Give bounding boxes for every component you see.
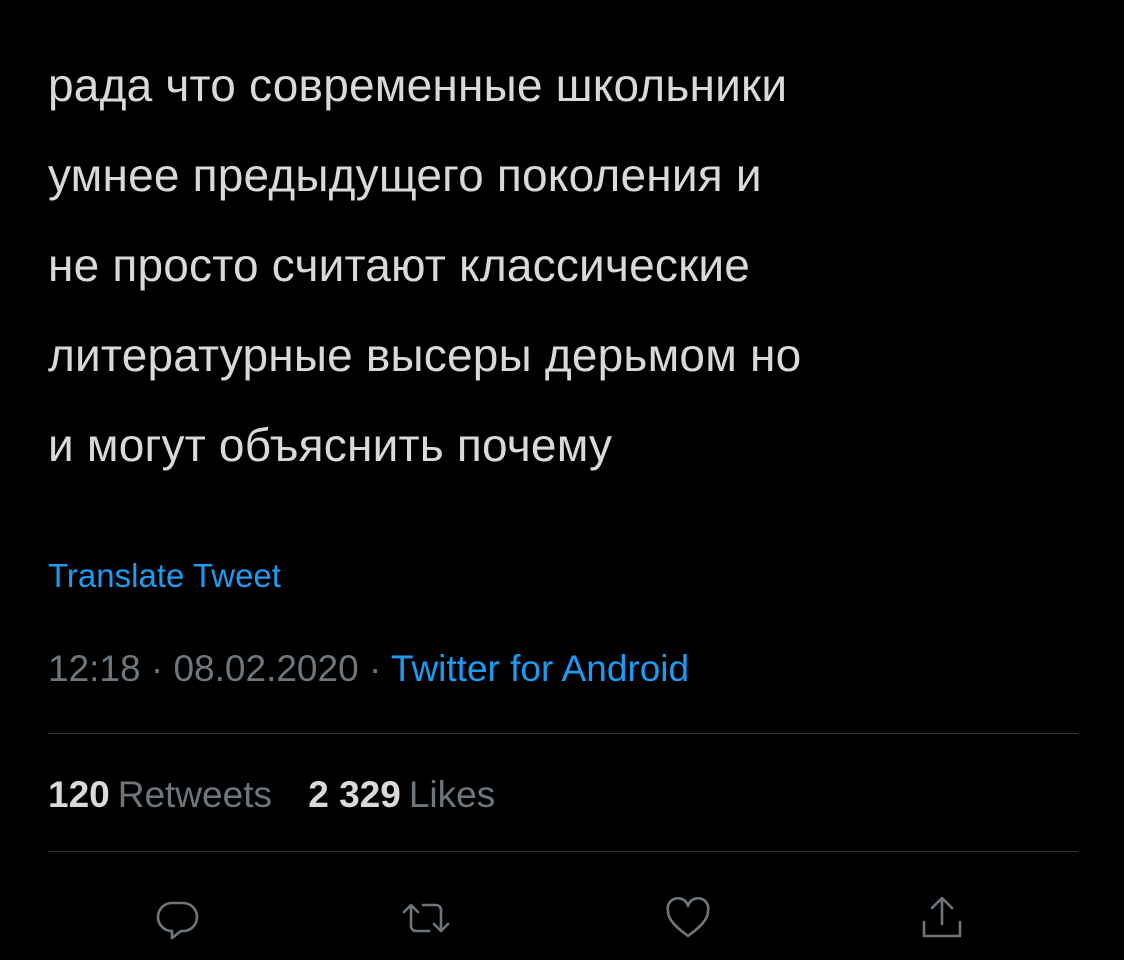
heart-icon xyxy=(666,896,710,938)
reply-button[interactable] xyxy=(148,888,208,948)
retweets-stat[interactable]: 120 Retweets xyxy=(48,772,272,818)
tweet-time: 12:18 xyxy=(48,648,141,689)
meta-separator: · xyxy=(150,648,164,689)
reply-icon xyxy=(156,901,199,940)
tweet-text: рада что современные школьники умнее пре… xyxy=(48,40,1108,490)
tweet-date: 08.02.2020 xyxy=(173,648,359,689)
action-bar xyxy=(0,888,1124,948)
retweet-icon xyxy=(402,903,450,933)
likes-count: 2 329 xyxy=(308,774,401,815)
likes-label: Likes xyxy=(408,774,496,815)
tweet-detail: рада что современные школьники умнее пре… xyxy=(0,0,1124,960)
share-icon xyxy=(922,896,962,938)
translate-tweet-link[interactable]: Translate Tweet xyxy=(48,556,281,596)
tweet-stats: 120 Retweets 2 329 Likes xyxy=(48,772,521,818)
like-button[interactable] xyxy=(658,888,718,948)
tweet-text-line: умнее предыдущего поколения и xyxy=(48,149,762,201)
tweet-text-line: не просто считают классические xyxy=(48,239,751,291)
tweet-text-line: и могут объяснить почему xyxy=(48,419,613,471)
retweet-button[interactable] xyxy=(396,888,456,948)
tweet-text-line: литературные высеры дерьмом но xyxy=(48,329,802,381)
divider xyxy=(48,733,1078,734)
share-button[interactable] xyxy=(912,888,972,948)
tweet-source-link[interactable]: Twitter for Android xyxy=(391,648,689,689)
retweets-count: 120 xyxy=(48,774,110,815)
tweet-meta: 12:18 · 08.02.2020 · Twitter for Android xyxy=(48,646,689,692)
divider xyxy=(48,851,1078,852)
likes-stat[interactable]: 2 329 Likes xyxy=(308,772,495,818)
meta-separator: · xyxy=(368,648,382,689)
retweets-label: Retweets xyxy=(117,774,272,815)
tweet-text-line: рада что современные школьники xyxy=(48,59,788,111)
